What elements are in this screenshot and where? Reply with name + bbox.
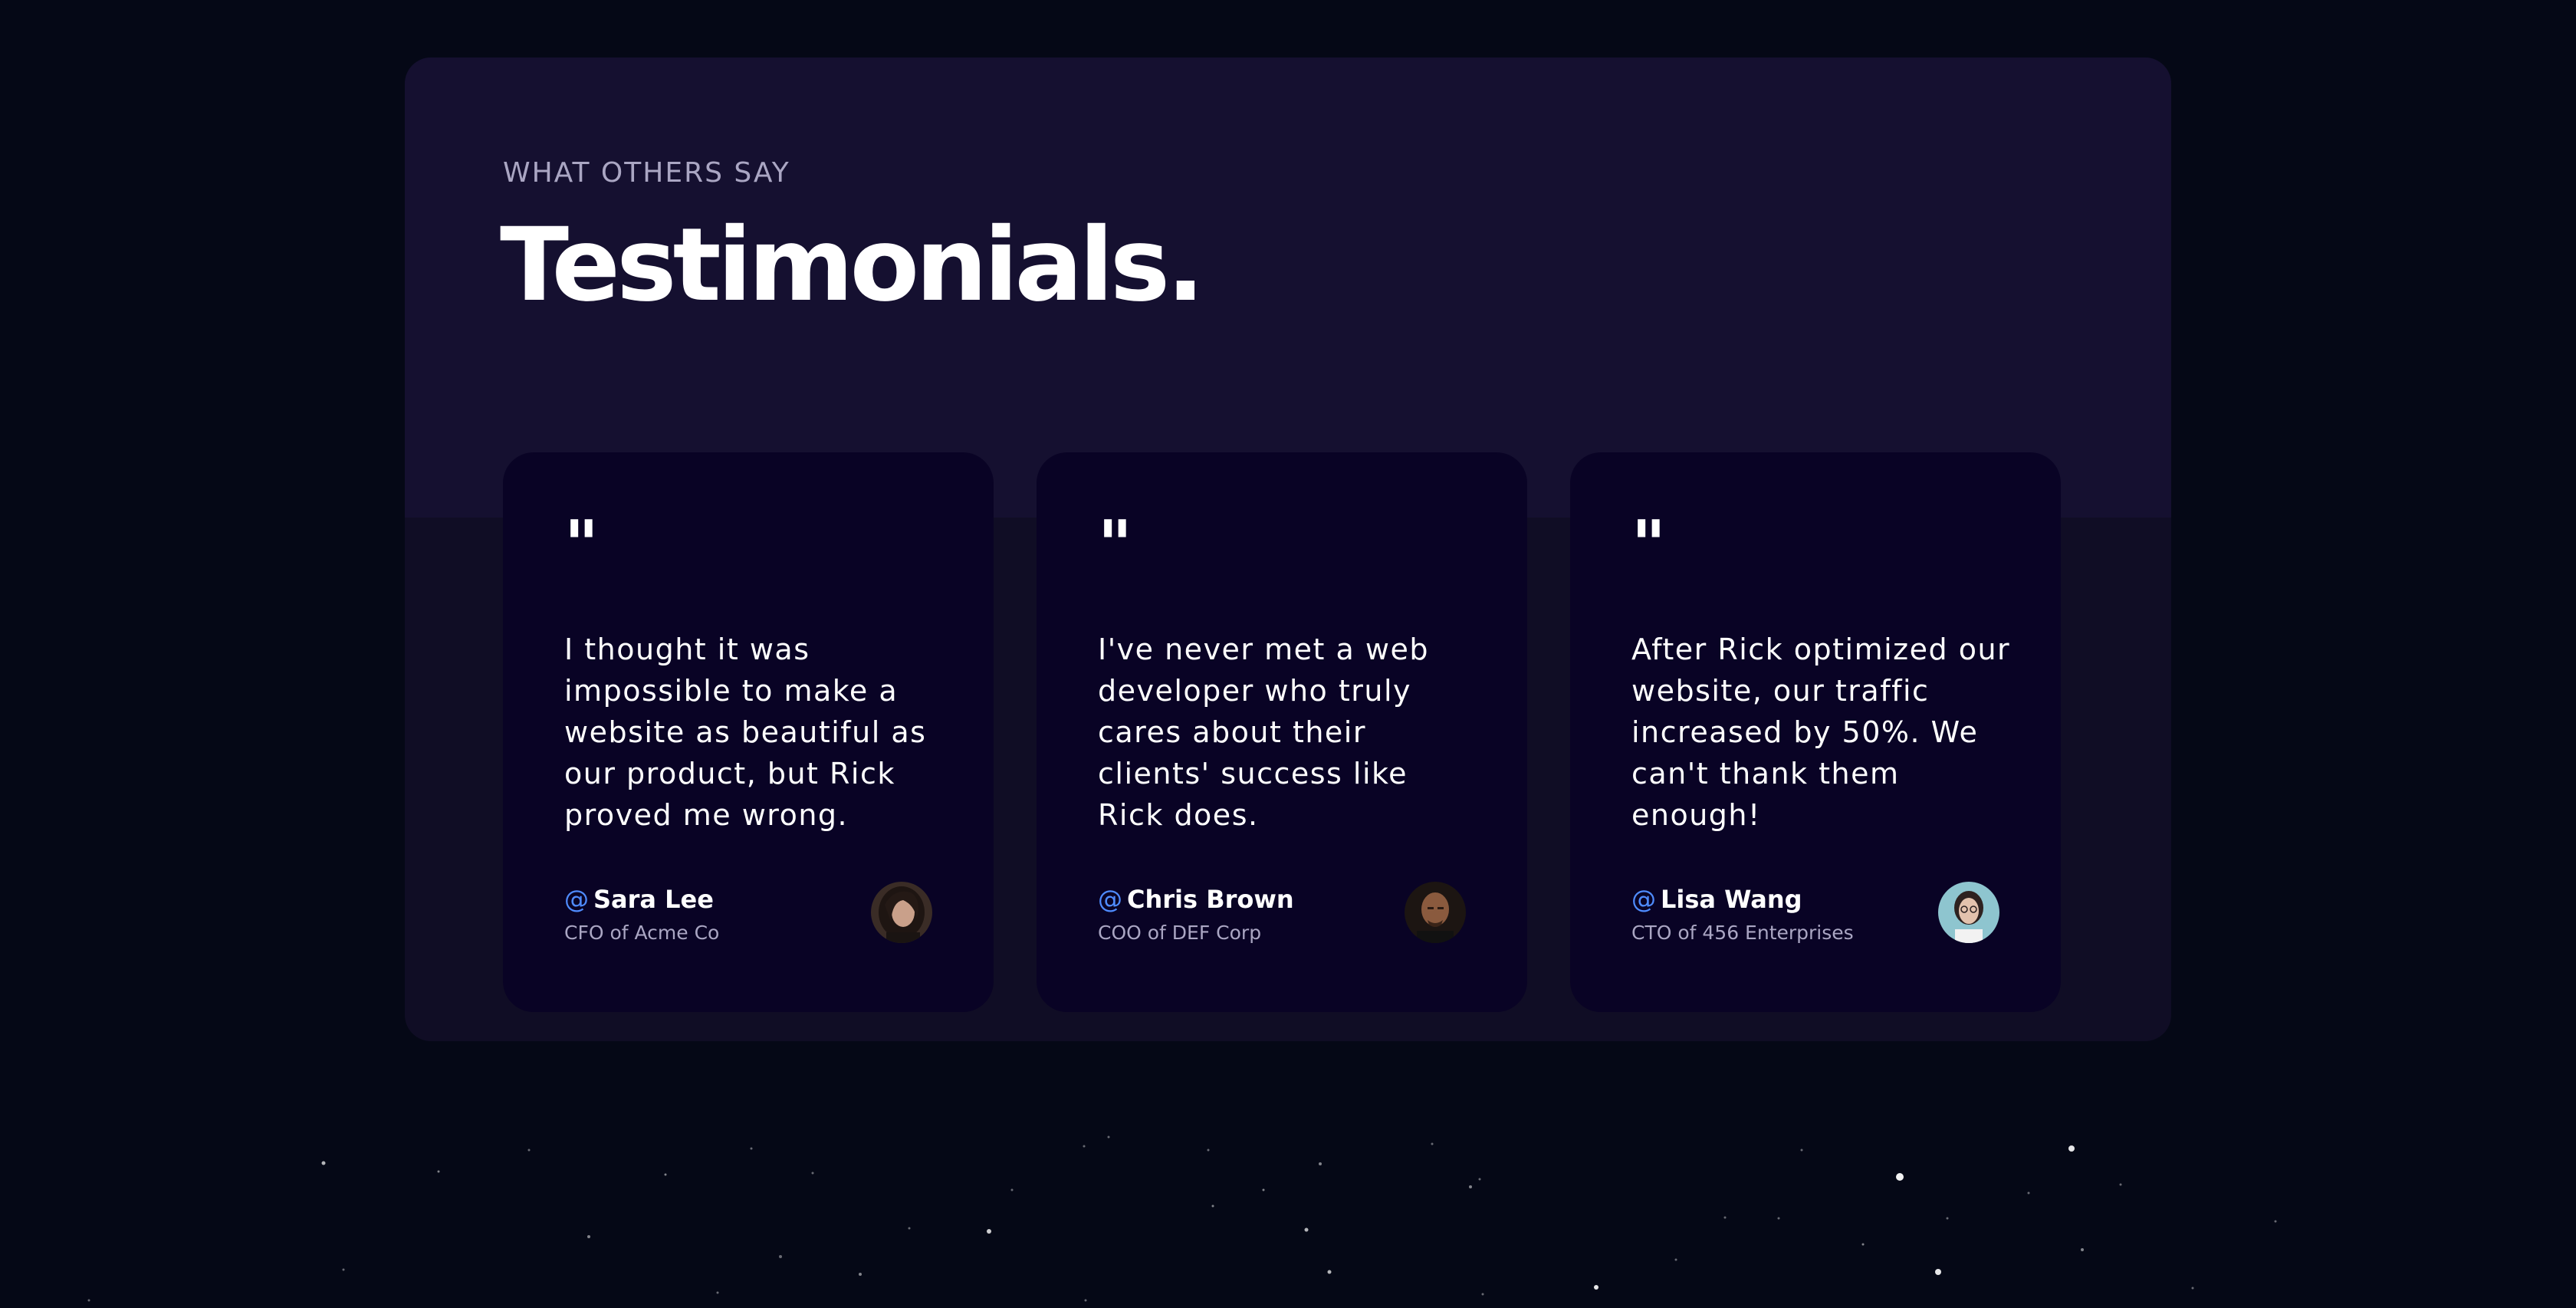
section-eyebrow: WHAT OTHERS SAY — [503, 157, 790, 189]
testimonial-card: " After Rick optimized our website, our … — [1570, 452, 2061, 1012]
testimonial-text: After Rick optimized our website, our tr… — [1631, 633, 2011, 832]
quote-mark-icon: " — [1631, 507, 1666, 583]
avatar — [1405, 882, 1466, 943]
testimonial-text: I thought it was impossible to make a we… — [564, 633, 927, 832]
avatar — [1938, 882, 1999, 943]
testimonial-text: I've never met a web developer who truly… — [1098, 633, 1429, 832]
at-sign: @ — [1098, 885, 1122, 914]
author-name: Sara Lee — [593, 885, 714, 914]
testimonial-card: " I thought it was impossible to make a … — [503, 452, 994, 1012]
author-name: Chris Brown — [1127, 885, 1294, 914]
starfield-background — [87, 1135, 2277, 1302]
section-title: Testimonials. — [500, 206, 1204, 324]
quote-mark-icon: " — [564, 507, 599, 583]
quote-mark-icon: " — [1098, 507, 1132, 583]
testimonials-section: WHAT OTHERS SAY Testimonials. " I though… — [405, 58, 2171, 1041]
avatar — [871, 882, 932, 943]
page: WHAT OTHERS SAY Testimonials. " I though… — [0, 0, 2576, 1308]
at-sign: @ — [564, 885, 589, 914]
testimonial-card: " I've never met a web developer who tru… — [1037, 452, 1527, 1012]
author-name: Lisa Wang — [1661, 885, 1802, 914]
at-sign: @ — [1631, 885, 1656, 914]
